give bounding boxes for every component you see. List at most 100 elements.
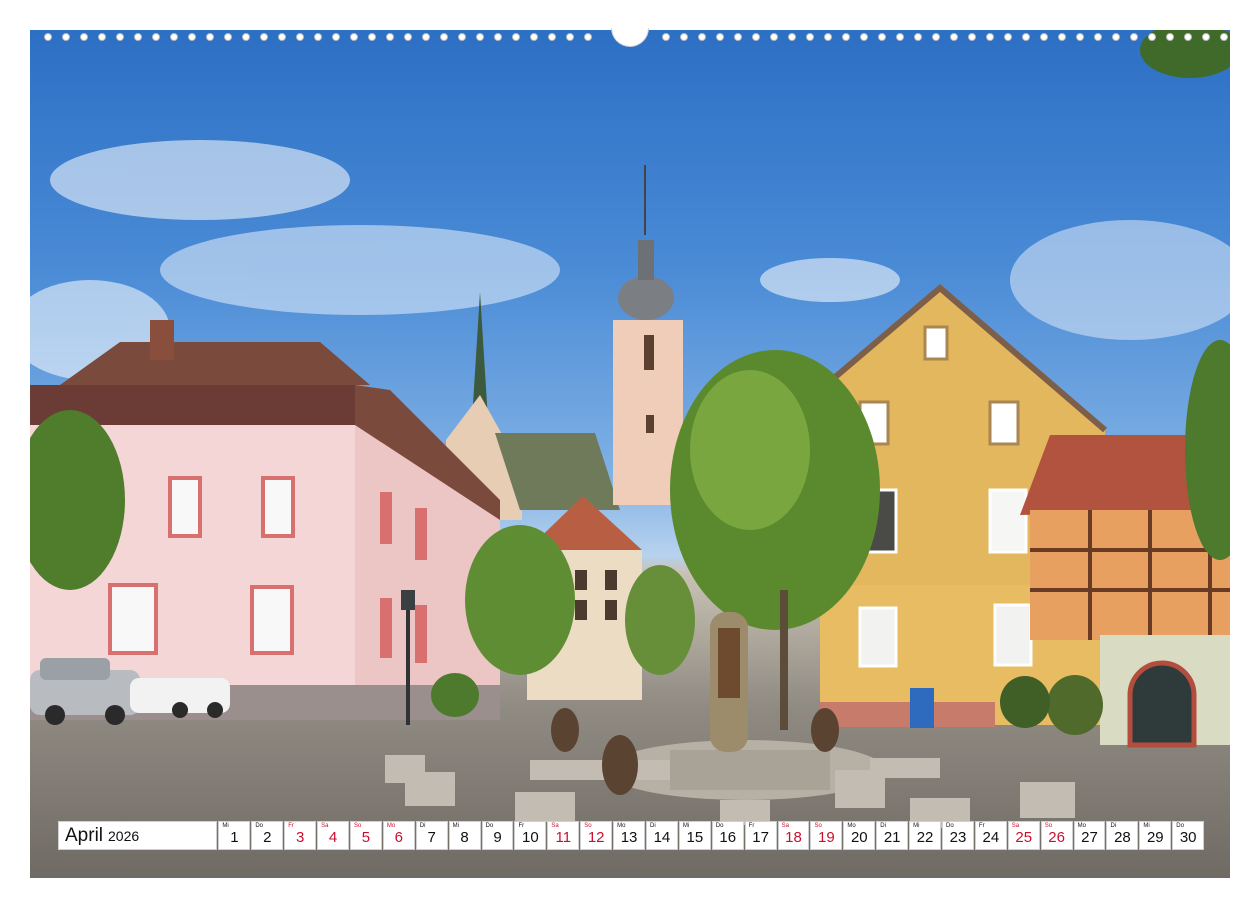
day-cell: Mi 29 (1139, 821, 1172, 850)
binding-hole (332, 33, 340, 41)
binding-hole (80, 33, 88, 41)
binding-hole (386, 33, 394, 41)
day-cell: Fr 10 (514, 821, 547, 850)
binding-hole (734, 33, 742, 41)
binding-hole (440, 33, 448, 41)
binding-hole (1022, 33, 1030, 41)
binding-hole (350, 33, 358, 41)
day-cell: Do 16 (711, 821, 744, 850)
binding-hole (278, 33, 286, 41)
day-cell: Sa 4 (317, 821, 349, 850)
day-weekday: Do (255, 823, 263, 829)
binding-hole (680, 33, 688, 41)
binding-hole (1040, 33, 1048, 41)
day-number: 14 (653, 829, 671, 846)
day-cell: Mi 8 (448, 821, 481, 850)
day-number: 11 (555, 829, 572, 846)
day-cell: Mo 20 (843, 821, 876, 850)
day-cell: Mi 1 (218, 821, 251, 850)
day-number: 22 (916, 829, 934, 846)
binding-hole (968, 33, 976, 41)
binding-hole (260, 33, 268, 41)
binding-hole (950, 33, 958, 41)
day-number: 18 (785, 829, 802, 846)
binding-hole (878, 33, 886, 41)
day-cell: Di 28 (1106, 821, 1139, 850)
binding-hole (662, 33, 670, 41)
day-cell: Fr 3 (284, 821, 317, 850)
binding-hole (1112, 33, 1120, 41)
binding-hole (476, 33, 484, 41)
binding-hole (986, 33, 994, 41)
binding-hole (152, 33, 160, 41)
binding-hole (314, 33, 322, 41)
day-weekday: So (353, 823, 362, 829)
binding-hole (1004, 33, 1012, 41)
day-cell: Do 23 (942, 821, 974, 850)
binding-hole (296, 33, 304, 41)
binding-hole (206, 33, 214, 41)
binding-hole (584, 33, 592, 41)
day-number: 8 (460, 829, 469, 846)
day-cell: Fr 24 (974, 821, 1007, 850)
day-number: 1 (230, 829, 239, 846)
day-weekday: Mo (386, 823, 396, 829)
binding-hole (1184, 33, 1192, 41)
day-number: 28 (1114, 829, 1131, 846)
photo-illustration (30, 30, 1230, 828)
binding-hole (896, 33, 904, 41)
binding-hole (1220, 33, 1228, 41)
month-year: 2026 (108, 827, 140, 844)
binding-hole (914, 33, 922, 41)
day-cell: Mi 15 (678, 821, 711, 850)
binding-hole (44, 33, 52, 41)
day-cell: Do 2 (251, 821, 284, 850)
month-name: April (65, 824, 104, 846)
day-cell: So 5 (349, 821, 382, 850)
church-tower (613, 165, 683, 505)
binding-hole (188, 33, 196, 41)
binding-hole (404, 33, 412, 41)
binding-hole (566, 33, 574, 41)
day-cell: Fr 17 (744, 821, 777, 850)
binding-hole (860, 33, 868, 41)
day-cell: Do 9 (481, 821, 514, 850)
day-cell: Sa 18 (777, 821, 810, 850)
day-weekday: Sa (321, 823, 329, 829)
day-number: 19 (818, 829, 835, 846)
binding-hole (242, 33, 250, 41)
day-weekday: Mi (222, 823, 229, 829)
binding-hole (116, 33, 124, 41)
day-cell: Mo 13 (613, 821, 645, 850)
binding-hole (1202, 33, 1210, 41)
calendar-page: April 2026 Mi 1 Do 2 Fr 3 Sa 4 So 5 Mo 6 Di 7 Mi 8 Do 9 Fr… (0, 0, 1260, 908)
day-number: 15 (686, 829, 704, 846)
day-cell: Mo 27 (1073, 821, 1106, 850)
binding-hole (62, 33, 70, 41)
binding-hole (770, 33, 778, 41)
binding-hole (512, 33, 520, 41)
month-label: April 2026 (58, 821, 218, 850)
day-number: 24 (982, 829, 1000, 846)
day-number: 27 (1081, 829, 1098, 846)
binding-hole (752, 33, 760, 41)
day-number: 16 (719, 829, 737, 846)
binding-hole (1058, 33, 1066, 41)
town-square-photo (30, 30, 1230, 878)
day-number: 12 (587, 829, 605, 846)
day-number: 4 (328, 829, 338, 846)
day-cell: Sa 25 (1007, 821, 1040, 850)
day-weekday: Mi (452, 823, 459, 829)
day-cell: Di 21 (876, 821, 909, 850)
binding-hole (170, 33, 178, 41)
binding-hole (716, 33, 724, 41)
day-number: 20 (850, 829, 868, 846)
binding-hole (548, 33, 556, 41)
day-cell: Mo 6 (382, 821, 415, 850)
binding-hole (422, 33, 430, 41)
binding-hole (932, 33, 940, 41)
day-number: 9 (493, 829, 502, 846)
spiral-binding (30, 28, 1230, 47)
day-number: 21 (883, 829, 901, 846)
binding-hole (1130, 33, 1138, 41)
